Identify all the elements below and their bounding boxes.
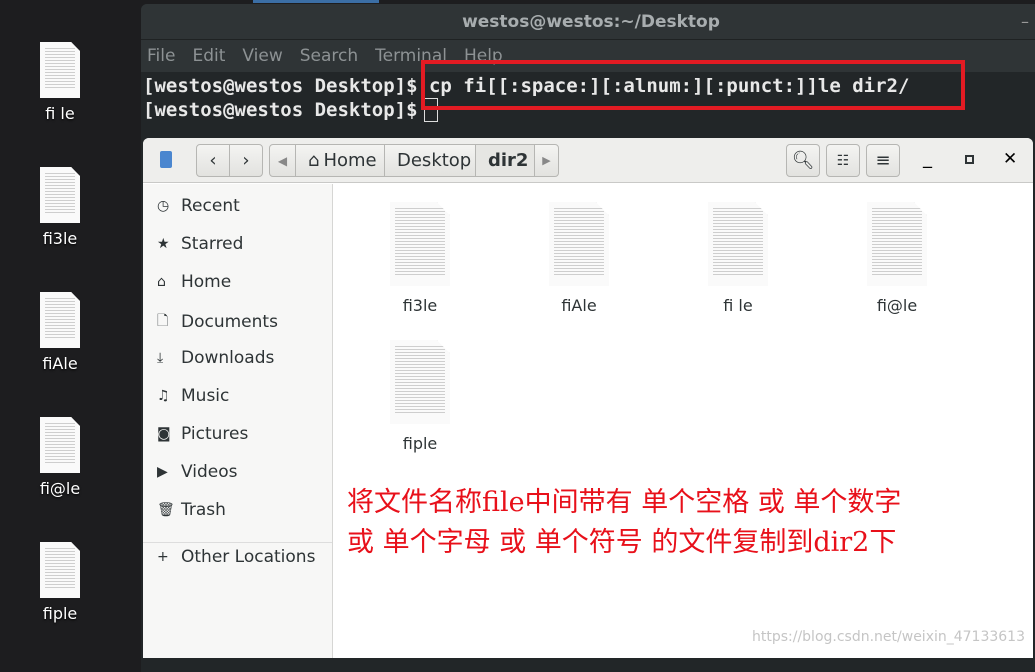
maximize-button[interactable] — [965, 155, 974, 164]
home-icon: ⌂ — [157, 274, 166, 290]
file-icon — [40, 417, 80, 473]
search-icon: 🔍︎ — [791, 150, 815, 171]
sidebar-item-label: Pictures — [181, 424, 249, 444]
menu-edit[interactable]: Edit — [192, 40, 225, 72]
sidebar-divider — [143, 542, 332, 543]
file-icon — [708, 202, 768, 286]
sidebar-item-recent[interactable]: ◷ Recent — [157, 196, 240, 216]
annotation-line: 或 单个字母 或 单个符号 的文件复制到dir2下 — [347, 527, 897, 558]
breadcrumb-desktop[interactable]: Desktop — [384, 144, 476, 177]
watermark: https://blog.csdn.net/weixin_47133613 — [751, 629, 1025, 645]
file-label: fiAle — [561, 296, 597, 315]
file-label: fiple — [402, 434, 438, 453]
sidebar-item-label: Recent — [181, 196, 240, 216]
desktop-file-icon[interactable]: fiAle — [20, 292, 100, 373]
file-icon — [40, 292, 80, 348]
breadcrumb-label: dir2 — [488, 150, 529, 171]
sidebar-item-label: Documents — [181, 312, 278, 332]
desktop-file-icon[interactable]: fi le — [20, 42, 100, 123]
download-icon: ⤓ — [157, 350, 164, 366]
desktop-file-label: fi@le — [39, 479, 81, 498]
back-button[interactable]: ‹ — [196, 144, 230, 177]
sidebar-item-starred[interactable]: ★ Starred — [157, 234, 243, 254]
terminal-prompt: [westos@westos Desktop]$ — [143, 99, 418, 121]
path-left-arrow[interactable]: ◀ — [269, 144, 296, 177]
file-label: fi le — [723, 296, 753, 315]
sidebar-item-label: Other Locations — [181, 547, 316, 567]
file-icon — [867, 202, 927, 286]
file-icon — [40, 167, 80, 223]
file-item[interactable]: fiple — [360, 340, 480, 453]
files-app-icon — [160, 151, 172, 168]
sidebar-item-other-locations[interactable]: + Other Locations — [157, 547, 315, 567]
sidebar-item-home[interactable]: ⌂ Home — [157, 272, 231, 292]
home-icon: ⌂ — [308, 150, 320, 171]
hamburger-icon: ≡ — [875, 150, 891, 171]
desktop-file-label: fi le — [45, 104, 75, 123]
list-view-icon: ☷ — [836, 152, 850, 169]
search-button[interactable]: 🔍︎ — [786, 144, 820, 177]
view-toggle-button[interactable]: ☷ — [826, 144, 860, 177]
trash-icon: 🗑︎ — [157, 502, 175, 518]
file-icon — [390, 340, 450, 424]
sidebar-item-trash[interactable]: 🗑︎ Trash — [157, 500, 226, 520]
sidebar-item-label: Downloads — [181, 348, 275, 368]
menu-button[interactable]: ≡ — [866, 144, 900, 177]
path-right-arrow[interactable]: ▶ — [534, 144, 559, 177]
sidebar-item-label: Music — [181, 386, 230, 406]
file-icon — [40, 42, 80, 98]
star-icon: ★ — [157, 236, 170, 252]
sidebar: ◷ Recent ★ Starred ⌂ Home 🗋 Documents ⤓ Downl… — [143, 184, 333, 658]
file-manager-window: ‹ › ◀ ⌂ Home Desktop dir2 ▶ 🔍︎ ☷ ≡ _ ✕ ◷ R… — [143, 138, 1033, 658]
header-bar: ‹ › ◀ ⌂ Home Desktop dir2 ▶ 🔍︎ ☷ ≡ _ ✕ — [143, 138, 1033, 183]
sidebar-item-label: Starred — [181, 234, 244, 254]
camera-icon: ◙ — [157, 426, 171, 442]
forward-button[interactable]: › — [229, 144, 263, 177]
close-button[interactable]: ✕ — [1003, 149, 1017, 169]
desktop-file-label: fiple — [42, 604, 78, 623]
sidebar-item-documents[interactable]: 🗋 Documents — [157, 310, 278, 334]
file-item[interactable]: fi3le — [360, 202, 480, 315]
sidebar-item-label: Trash — [181, 500, 226, 520]
file-label: fi@le — [876, 296, 918, 315]
terminal-title: westos@westos:~/Desktop — [141, 4, 1035, 40]
menu-file[interactable]: File — [147, 40, 175, 72]
top-panel-indicator — [253, 0, 379, 3]
plus-icon: + — [157, 549, 169, 565]
desktop-file-label: fiAle — [42, 354, 78, 373]
file-icon — [40, 542, 80, 598]
sidebar-item-downloads[interactable]: ⤓ Downloads — [157, 348, 274, 368]
video-icon: ▶ — [157, 464, 168, 480]
clock-icon: ◷ — [157, 198, 170, 214]
music-icon: ♫ — [157, 388, 170, 404]
highlight-box — [421, 60, 965, 110]
breadcrumb-dir2[interactable]: dir2 — [475, 144, 535, 177]
file-label: fi3le — [402, 296, 438, 315]
sidebar-item-videos[interactable]: ▶ Videos — [157, 462, 238, 482]
menu-search[interactable]: Search — [300, 40, 358, 72]
annotation-line: 将文件名称file中间带有 单个空格 或 单个数字 — [347, 487, 902, 518]
file-item[interactable]: fiAle — [519, 202, 639, 315]
breadcrumb-label: Home — [323, 150, 377, 171]
breadcrumb-home[interactable]: ⌂ Home — [295, 144, 385, 177]
desktop-file-icon[interactable]: fiple — [20, 542, 100, 623]
desktop-file-icon[interactable]: fi3le — [20, 167, 100, 248]
sidebar-item-label: Home — [181, 272, 232, 292]
desktop-file-label: fi3le — [42, 229, 78, 248]
sidebar-item-label: Videos — [181, 462, 238, 482]
file-icon — [390, 202, 450, 286]
menu-view[interactable]: View — [242, 40, 282, 72]
minimize-button[interactable]: _ — [923, 148, 932, 169]
sidebar-item-pictures[interactable]: ◙ Pictures — [157, 424, 248, 444]
desktop-file-icon[interactable]: fi@le — [20, 417, 100, 498]
breadcrumb-label: Desktop — [397, 150, 472, 171]
file-item[interactable]: fi@le — [837, 202, 957, 315]
minimize-icon[interactable]: – — [1021, 12, 1029, 31]
document-icon: 🗋 — [157, 313, 169, 329]
sidebar-item-music[interactable]: ♫ Music — [157, 386, 229, 406]
file-item[interactable]: fi le — [678, 202, 798, 315]
file-icon — [549, 202, 609, 286]
